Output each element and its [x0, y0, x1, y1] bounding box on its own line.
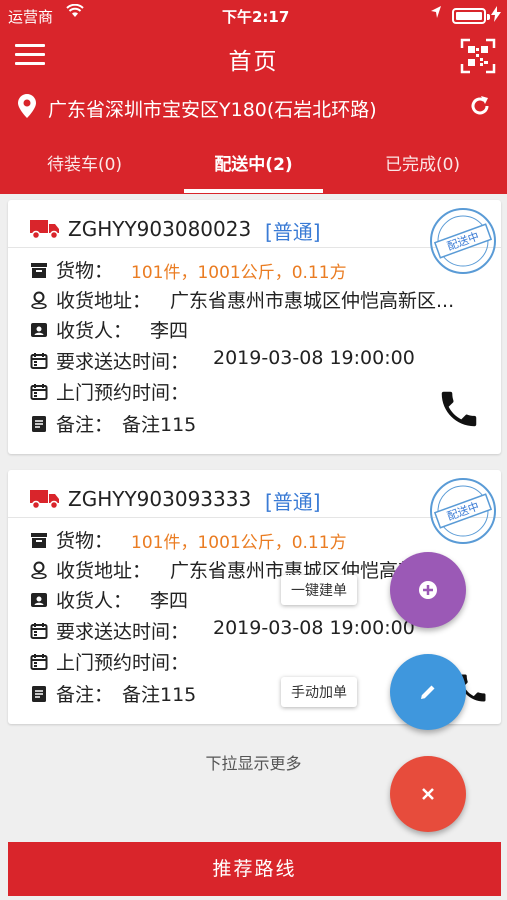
order-type: [普通]: [265, 490, 321, 514]
create-order-fab[interactable]: [390, 552, 466, 628]
close-icon: [422, 788, 434, 800]
status-time: 下午2:17: [222, 8, 290, 26]
address-label: 收货地址：: [56, 560, 152, 582]
order-card-header: ZGHYY903093333 [普通] 配送中: [8, 470, 501, 544]
calendar-icon: [30, 384, 48, 400]
refresh-icon[interactable]: [468, 94, 492, 118]
contact-card-icon: [31, 593, 47, 607]
calendar-icon: [30, 654, 48, 670]
charging-icon: [491, 6, 501, 26]
location-bar[interactable]: 广东省深圳市宝安区Y180(石岩北环路): [0, 88, 507, 124]
deadline-value: 2019-03-08 19:00:00: [213, 347, 415, 369]
order-number: ZGHYY903093333: [68, 487, 252, 511]
create-order-label[interactable]: 一键建单: [281, 575, 357, 605]
map-pin-icon: [31, 291, 47, 309]
appointment-label: 上门预约时间：: [56, 652, 190, 674]
tab-delivering[interactable]: 配送中(2): [169, 138, 338, 194]
tab-pending-load[interactable]: 待装车(0): [0, 138, 169, 194]
location-pin-icon: [18, 94, 36, 118]
current-location-text: 广东省深圳市宝安区Y180(石岩北环路): [48, 99, 377, 121]
address-label: 收货地址：: [56, 290, 152, 312]
remark-label: 备注：: [56, 684, 114, 706]
address-value: 广东省惠州市惠城区仲恺高新区...: [170, 290, 455, 312]
remark-label: 备注：: [56, 414, 114, 436]
battery-icon: [452, 8, 490, 24]
note-icon: [32, 416, 46, 432]
remark-value: 备注115: [122, 684, 197, 706]
receiver-value: 李四: [150, 320, 189, 342]
truck-icon: [30, 490, 59, 510]
status-tabs: 待装车(0) 配送中(2) 已完成(0): [0, 138, 507, 194]
manual-add-fab[interactable]: [390, 654, 466, 730]
wifi-icon: [66, 3, 84, 22]
close-fab-menu-button[interactable]: [390, 756, 466, 832]
qr-scan-icon[interactable]: [460, 38, 496, 74]
receiver-label: 收货人：: [56, 320, 133, 342]
order-type: [普通]: [265, 220, 321, 244]
deadline-label: 要求送达时间：: [56, 351, 190, 373]
note-icon: [32, 686, 46, 702]
map-pin-icon: [31, 561, 47, 579]
manual-add-label[interactable]: 手动加单: [281, 677, 357, 707]
plus-circle-icon: [419, 581, 437, 599]
truck-icon: [30, 220, 59, 240]
cargo-label: 货物：: [56, 260, 114, 282]
active-tab-indicator: [184, 189, 323, 193]
cargo-label: 货物：: [56, 530, 114, 552]
contact-card-icon: [31, 323, 47, 337]
carrier-label: 运营商: [8, 8, 54, 26]
app-header: 运营商 下午2:17 首页 广东省深圳市宝安区Y180(石岩北环路) 待装车(0…: [0, 0, 507, 194]
calendar-icon: [30, 353, 48, 369]
receiver-value: 李四: [150, 590, 189, 612]
phone-icon[interactable]: [436, 386, 482, 432]
cargo-value: 101件，1001公斤，0.11方: [131, 263, 347, 283]
recommend-route-button[interactable]: 推荐路线: [8, 842, 501, 896]
receiver-label: 收货人：: [56, 590, 133, 612]
deadline-label: 要求送达时间：: [56, 621, 190, 643]
calendar-icon: [30, 623, 48, 639]
delivering-stamp: 配送中: [430, 478, 496, 544]
location-arrow-icon: [430, 5, 442, 23]
order-number: ZGHYY903080023: [68, 217, 252, 241]
order-card-header: ZGHYY903080023 [普通] 配送中: [8, 200, 501, 274]
nav-bar: 首页: [0, 30, 507, 82]
box-icon: [31, 263, 47, 278]
cargo-value: 101件，1001公斤，0.11方: [131, 533, 347, 553]
pencil-icon: [421, 685, 435, 699]
delivering-stamp: 配送中: [430, 208, 496, 274]
tab-completed[interactable]: 已完成(0): [338, 138, 507, 194]
appointment-label: 上门预约时间：: [56, 382, 190, 404]
box-icon: [31, 533, 47, 548]
deadline-value: 2019-03-08 19:00:00: [213, 617, 415, 639]
order-card[interactable]: ZGHYY903080023 [普通] 配送中 货物： 101件，1001公斤，…: [8, 200, 501, 454]
status-bar: 运营商 下午2:17: [0, 0, 507, 30]
remark-value: 备注115: [122, 414, 197, 436]
page-title: 首页: [228, 49, 279, 75]
